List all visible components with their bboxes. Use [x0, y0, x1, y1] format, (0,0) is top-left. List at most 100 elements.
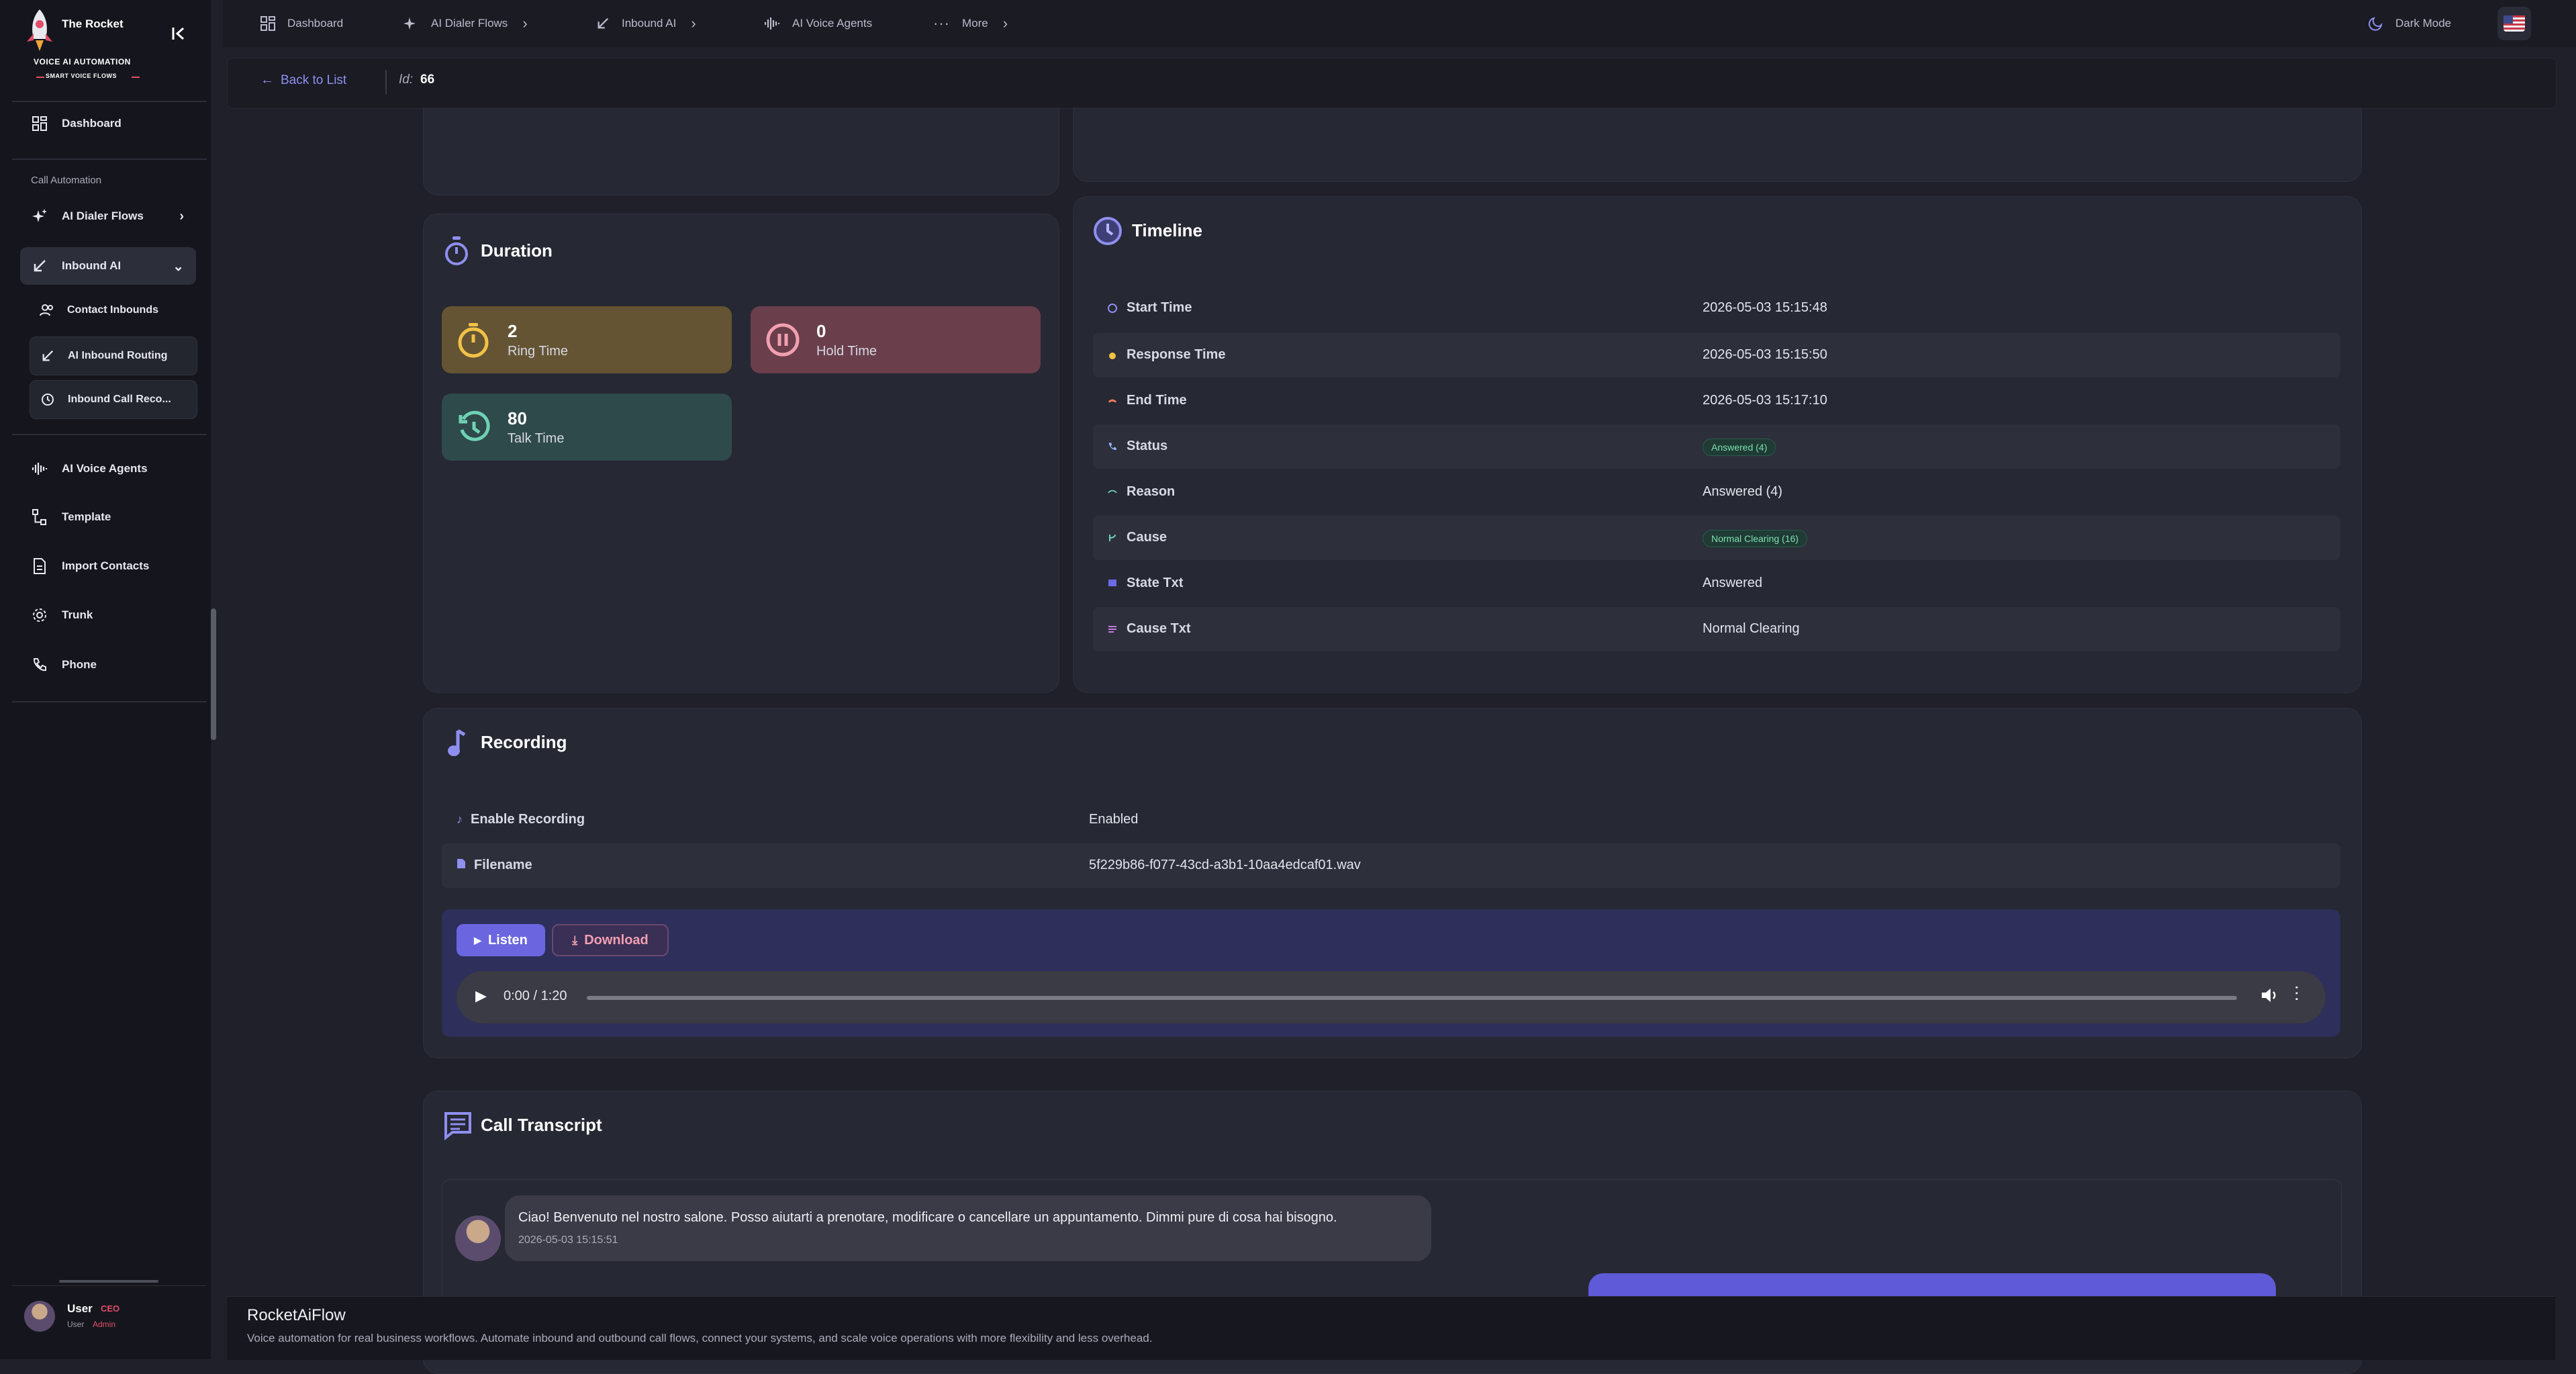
cause-badge: Normal Clearing (16) [1703, 530, 1807, 547]
timeline-key: Start Time [1127, 300, 1192, 315]
volume-icon[interactable] [2260, 986, 2279, 1008]
sparkles-icon [403, 15, 419, 32]
music-note-icon: ♪ [457, 813, 463, 826]
timeline-row: State Txt Answered [1093, 561, 2340, 606]
top-nav-dashboard[interactable]: Dashboard [260, 12, 343, 35]
ring-time-value: 2 [508, 321, 518, 341]
duration-title: Duration [481, 240, 553, 261]
timeline-row: Response Time 2026-05-03 15:15:50 [1093, 333, 2340, 377]
listen-button[interactable]: ▶ Listen [457, 924, 545, 956]
sidebar-divider [12, 158, 207, 160]
sidebar-subitem-ai-inbound-routing[interactable]: AI Inbound Routing [30, 336, 197, 375]
sidebar-subitem-label: Inbound Call Reco... [68, 394, 171, 405]
timeline-value: 2026-05-03 15:15:50 [1703, 347, 1827, 362]
dashboard-icon [31, 115, 48, 132]
download-button[interactable]: ⤓ Download [552, 924, 669, 956]
timeline-title: Timeline [1132, 220, 1203, 240]
phone-icon [31, 656, 48, 674]
top-nav-ai-dialer-flows[interactable]: AI Dialer Flows › [403, 12, 528, 35]
timeline-row: Start Time 2026-05-03 15:15:48 [1093, 286, 2340, 330]
sidebar-item-ai-dialer-flows[interactable]: AI Dialer Flows › [20, 197, 196, 235]
list-icon [1108, 625, 1117, 634]
history-icon [40, 392, 56, 408]
audio-play-icon[interactable]: ▶ [475, 987, 487, 1005]
git-branch-icon [1108, 533, 1117, 543]
sidebar-item-dashboard[interactable]: Dashboard [20, 105, 196, 142]
pause-icon [765, 322, 800, 361]
dark-mode-toggle[interactable]: Dark Mode [2369, 12, 2451, 35]
timeline-key: State Txt [1127, 576, 1184, 590]
users-icon [39, 302, 55, 318]
language-selector[interactable] [2497, 7, 2531, 40]
top-nav-label: AI Voice Agents [792, 17, 873, 30]
audio-progress-bar[interactable] [587, 996, 2237, 1000]
timeline-value: Answered (4) [1703, 484, 1782, 499]
sidebar-divider [12, 101, 207, 102]
sidebar-subitem-contact-inbounds[interactable]: Contact Inbounds [30, 291, 196, 329]
user-role-label: User [67, 1320, 85, 1329]
sidebar-item-label: AI Dialer Flows [62, 210, 144, 222]
chevron-right-icon: › [179, 208, 184, 224]
timer-icon [457, 322, 490, 362]
recording-row: ♪ Enable Recording Enabled [442, 798, 2340, 842]
rocket-logo-icon [24, 8, 55, 52]
timer-reset-icon [457, 410, 491, 448]
moon-icon [2369, 16, 2383, 31]
sidebar-item-import-contacts[interactable]: Import Contacts [20, 547, 196, 585]
dashboard-icon [260, 16, 275, 31]
arrow-down-left-icon [40, 348, 56, 364]
detail-subbar [227, 58, 2557, 109]
sidebar-scrollbar[interactable] [211, 608, 216, 740]
id-value: 66 [420, 73, 435, 87]
user-card[interactable]: User CEO User Admin [12, 1285, 207, 1348]
sidebar-item-phone[interactable]: Phone [20, 646, 196, 684]
footer-title: RocketAiFlow [247, 1306, 346, 1324]
timeline-key: End Time [1127, 393, 1187, 408]
sidebar-scroll-indicator [59, 1280, 158, 1283]
hold-time-value: 0 [816, 321, 826, 341]
top-navigation-bar [223, 0, 2576, 47]
gear-icon [31, 606, 48, 624]
collapse-sidebar-icon[interactable] [166, 24, 191, 48]
sidebar-item-label: Trunk [62, 608, 93, 621]
top-nav-ai-voice-agents[interactable]: AI Voice Agents [764, 12, 872, 35]
timeline-key: Cause [1127, 530, 1167, 545]
sidebar-divider [12, 434, 207, 435]
sidebar-subitem-inbound-call-records[interactable]: Inbound Call Reco... [30, 380, 197, 419]
sidebar-item-trunk[interactable]: Trunk [20, 596, 196, 634]
user-role: Admin [93, 1320, 116, 1329]
top-nav-label: Inbound AI [622, 17, 677, 30]
top-nav-more[interactable]: ··· More › [933, 12, 1008, 35]
more-horizontal-icon: ··· [933, 15, 950, 32]
talk-time-value: 80 [508, 408, 527, 428]
music-note-icon [446, 728, 467, 762]
timeline-key: Status [1127, 439, 1168, 453]
transcript-message-bubble: Ciao! Benvenuto nel nostro salone. Posso… [505, 1195, 1431, 1261]
details-card-partial [1073, 107, 2362, 182]
stopwatch-icon [443, 235, 470, 267]
hold-time-metric: 0 Hold Time [751, 306, 1041, 373]
message-square-text-icon [443, 1111, 473, 1144]
recording-key: Filename [474, 858, 532, 872]
us-flag-icon [2503, 15, 2525, 32]
more-vertical-icon[interactable]: ··· [2288, 984, 2308, 1002]
message-text: Ciao! Benvenuto nel nostro salone. Posso… [518, 1210, 1337, 1225]
top-nav-label: Dashboard [287, 17, 344, 30]
sidebar-item-inbound-ai[interactable]: Inbound AI ⌄ [20, 247, 196, 285]
timeline-row: End Time 2026-05-03 15:17:10 [1093, 379, 2340, 423]
avatar [24, 1301, 55, 1332]
sidebar-item-template[interactable]: Template [20, 498, 196, 536]
subbar-divider [385, 70, 387, 94]
top-nav-inbound-ai[interactable]: Inbound AI › [596, 12, 696, 35]
file-icon [31, 557, 48, 575]
sidebar-item-label: Import Contacts [62, 559, 150, 572]
sidebar-item-label: Dashboard [62, 117, 122, 130]
timeline-key: Cause Txt [1127, 621, 1191, 636]
status-badge: Answered (4) [1703, 439, 1776, 456]
back-to-list-link[interactable]: ← Back to List [260, 73, 346, 88]
timeline-value: Normal Clearing [1703, 621, 1800, 636]
message-square-icon [1108, 579, 1117, 588]
sidebar-item-label: Template [62, 510, 111, 523]
talk-time-label: Talk Time [508, 431, 565, 446]
sidebar-item-ai-voice-agents[interactable]: AI Voice Agents [20, 450, 196, 488]
